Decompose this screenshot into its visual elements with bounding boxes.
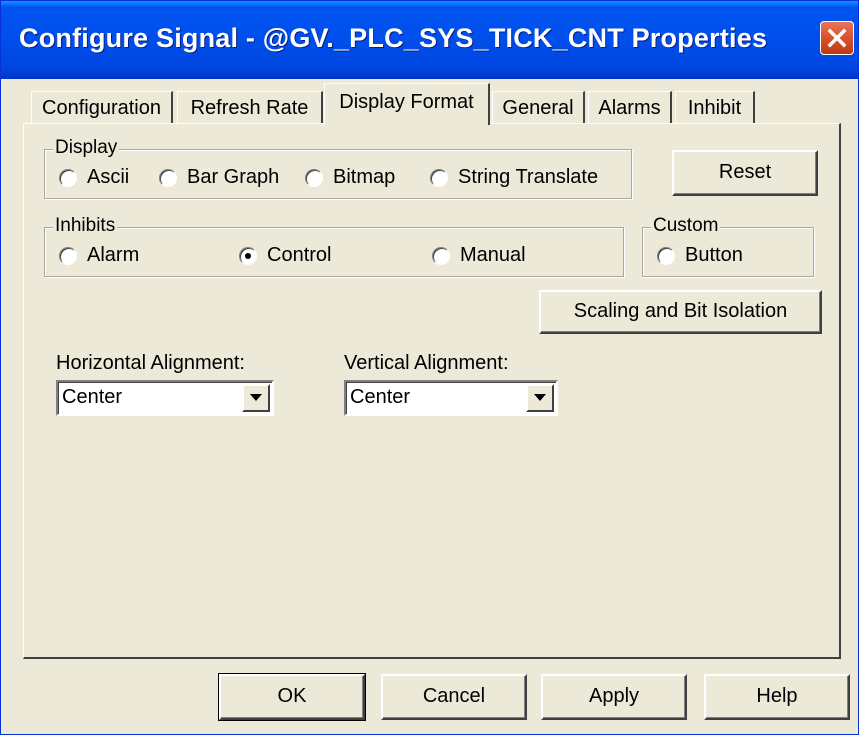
radio-bar-graph-dot[interactable] [159, 168, 177, 187]
vertical-alignment-label: Vertical Alignment: [344, 352, 509, 374]
window-title: Configure Signal - @GV._PLC_SYS_TICK_CNT… [19, 23, 768, 53]
radio-button[interactable]: Button [657, 244, 743, 267]
radio-alarm-dot[interactable] [59, 246, 77, 265]
radio-string-translate[interactable]: String Translate [430, 166, 598, 189]
custom-group: Custom Button [642, 215, 814, 277]
scaling-bit-isolation-button[interactable]: Scaling and Bit Isolation [539, 290, 822, 334]
radio-bitmap-dot[interactable] [305, 168, 323, 187]
tab-inhibit[interactable]: Inhibit [675, 91, 755, 123]
radio-ascii-dot[interactable] [59, 168, 77, 187]
horizontal-alignment-value: Center [62, 386, 123, 408]
tab-display-format[interactable]: Display Format [324, 83, 490, 125]
display-group: Display Ascii Bar Graph Bitmap String Tr… [44, 137, 632, 199]
radio-bitmap[interactable]: Bitmap [305, 166, 395, 189]
radio-bitmap-label: Bitmap [333, 166, 396, 188]
radio-bar-graph-label: Bar Graph [187, 166, 280, 188]
radio-alarm[interactable]: Alarm [59, 244, 139, 267]
reset-button[interactable]: Reset [672, 150, 818, 196]
close-button[interactable] [820, 21, 854, 55]
ok-button[interactable]: OK [218, 673, 366, 721]
cancel-button[interactable]: Cancel [381, 674, 527, 720]
apply-button[interactable]: Apply [541, 674, 687, 720]
inhibits-group-label: Inhibits [53, 215, 118, 237]
horizontal-alignment-label: Horizontal Alignment: [56, 352, 245, 374]
radio-control-dot[interactable] [239, 246, 257, 265]
chevron-down-icon [534, 394, 546, 401]
tab-alarms[interactable]: Alarms [588, 91, 672, 123]
radio-manual[interactable]: Manual [432, 244, 526, 267]
radio-control-label: Control [267, 244, 332, 266]
radio-alarm-label: Alarm [87, 244, 140, 266]
chevron-down-icon [250, 394, 262, 401]
dialog-window: Configure Signal - @GV._PLC_SYS_TICK_CNT… [0, 0, 859, 735]
radio-bar-graph[interactable]: Bar Graph [159, 166, 279, 189]
radio-control[interactable]: Control [239, 244, 331, 267]
radio-button-dot[interactable] [657, 246, 675, 265]
tab-general[interactable]: General [492, 91, 585, 123]
radio-string-translate-label: String Translate [458, 166, 599, 188]
help-button[interactable]: Help [704, 674, 850, 720]
tab-refresh-rate[interactable]: Refresh Rate [177, 91, 323, 123]
tab-panel-display-format: Display Ascii Bar Graph Bitmap String Tr… [23, 123, 841, 659]
display-group-label: Display [53, 137, 120, 159]
close-x-icon [827, 28, 847, 48]
horizontal-alignment-select[interactable]: Center [56, 380, 274, 416]
radio-manual-dot[interactable] [432, 246, 450, 265]
vertical-alignment-dropdown-button[interactable] [526, 384, 554, 412]
tab-configuration[interactable]: Configuration [31, 91, 173, 123]
radio-ascii-label: Ascii [87, 166, 130, 188]
vertical-alignment-value: Center [350, 386, 411, 408]
radio-button-label: Button [685, 244, 743, 266]
inhibits-group: Inhibits Alarm Control Manual [44, 215, 624, 277]
radio-ascii[interactable]: Ascii [59, 166, 129, 189]
horizontal-alignment-dropdown-button[interactable] [242, 384, 270, 412]
vertical-alignment-select[interactable]: Center [344, 380, 558, 416]
radio-manual-label: Manual [460, 244, 526, 266]
radio-string-translate-dot[interactable] [430, 168, 448, 187]
custom-group-label: Custom [651, 215, 721, 237]
title-bar[interactable]: Configure Signal - @GV._PLC_SYS_TICK_CNT… [1, 1, 858, 79]
